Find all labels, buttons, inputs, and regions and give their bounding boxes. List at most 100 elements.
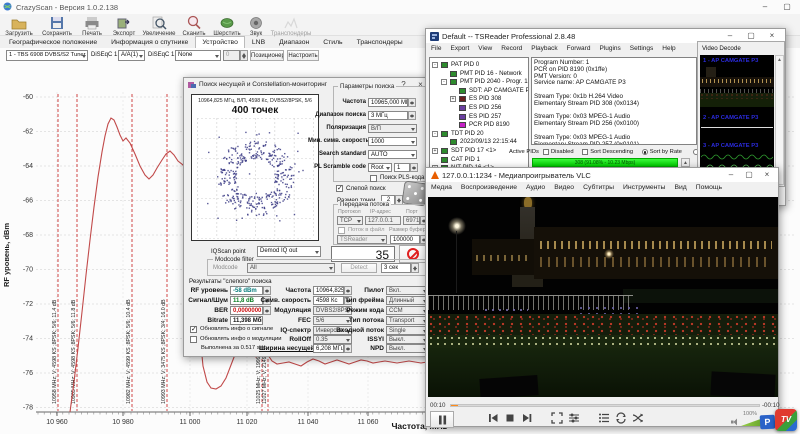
close-button[interactable]: × [760,169,774,180]
stream-to-file-checkbox[interactable] [338,227,345,234]
modcode-select[interactable]: All [247,263,335,273]
maximize-button[interactable]: ▢ [742,169,756,180]
menu-item-6[interactable]: Вид [674,184,686,191]
maximize-button[interactable]: ▢ [744,30,758,41]
tree-expand-toggle[interactable]: - [432,131,438,137]
stop-button[interactable] [503,411,518,426]
audio-waveform-1 [701,127,773,128]
result-label: Симв. скорость [259,297,311,304]
seek-slider[interactable] [450,404,760,407]
tree-node-label[interactable]: TDT PID 20 [451,130,484,137]
tree-expand-toggle[interactable]: + [432,148,438,154]
carrier-search-dialog: Поиск несущей и Constellation-мониторинг… [183,77,432,357]
menu-item-help[interactable]: Help [662,45,675,52]
menu-item-playback[interactable]: Playback [531,45,557,52]
tree-node-label[interactable]: PCR PID 8190 [469,121,510,128]
tree-expand-toggle[interactable]: - [432,62,438,68]
detect-interval[interactable]: 3 сек [381,263,411,273]
minimize-button[interactable]: – [724,169,738,180]
sort-option-checkbox[interactable] [582,149,588,155]
result-value-select[interactable]: Transport [386,316,429,325]
tree-expand-toggle[interactable]: - [441,79,447,85]
menu-item-view[interactable]: View [478,45,492,52]
shuffle-button[interactable] [631,411,646,426]
param-value-select[interactable]: AUTO [368,150,417,159]
tv-app-icon[interactable]: TV [775,409,797,431]
pl-code-stepper[interactable]: 1 [394,163,410,172]
spinner[interactable] [410,163,418,172]
minimize-button[interactable]: – [723,30,737,41]
result-value-select[interactable]: CCM [386,306,429,315]
update-info-checkbox[interactable]: ✓ [190,326,197,333]
close-button[interactable]: × [765,30,779,41]
port-stepper[interactable]: 6971 [403,216,420,225]
p-tray-badge[interactable]: P [760,415,776,430]
sort-option-radio[interactable] [642,149,648,155]
video-decode-scrollbar[interactable]: ▲ [775,55,784,185]
buffer-stepper[interactable]: 100000 [390,235,420,244]
menu-item-3[interactable]: Видео [554,184,574,191]
vlc-video-area[interactable] [428,197,778,397]
details-line: Elementary Stream PID 256 (0x0100) [534,121,694,128]
menu-item-7[interactable]: Помощь [696,184,722,191]
tree-node-label[interactable]: SDT PID 17 <1> [451,147,496,154]
result-value-select[interactable]: Длинный [386,296,429,305]
fullscreen-button[interactable] [550,411,565,426]
tree-node-label[interactable]: PMT PID 16 - Network [460,70,522,77]
param-value-stepper[interactable]: 3 МГц [368,111,408,120]
menu-item-export[interactable]: Export [450,45,469,52]
menu-item-plugins[interactable]: Plugins [599,45,620,52]
menu-item-4[interactable]: Субтитры [583,184,614,191]
protocol-select[interactable]: TCP [337,216,363,225]
sort-option-checkbox[interactable] [543,149,549,155]
hedge [623,289,778,303]
menu-item-forward[interactable]: Forward [567,45,591,52]
menu-item-record[interactable]: Record [501,45,522,52]
update-info-checkbox[interactable] [190,336,197,343]
result-value-select[interactable]: Выкл. [386,335,429,344]
tree-node-label[interactable]: PMT PID 2040 - Progr. 1 [460,78,528,85]
port-label: Порт [406,209,418,215]
tree-node-label[interactable]: CAT PID 1 [451,156,480,163]
carrier-width-link[interactable]: Ширина несущей [259,345,311,352]
menu-item-5[interactable]: Инструменты [623,184,665,191]
detect-interval-spin[interactable] [411,263,419,273]
y-tick-label: -70 [23,267,33,274]
tree-node-label[interactable]: SDT: AP CAMGATE P3 [469,87,529,94]
vlc-titlebar[interactable]: 127.0.0.1:1234 - Медиапроигрыватель VLC … [426,168,778,182]
menu-item-1[interactable]: Воспроизведение [461,184,517,191]
param-value-stepper[interactable]: 10965,000 МГц [368,98,408,107]
tree-node-label[interactable]: ES PID 308 [469,95,501,102]
consumer-select[interactable]: TSReader [337,235,387,244]
result-label: Тип фрейма [334,297,384,304]
param-value-select[interactable]: 1000 [368,137,417,146]
extended-button[interactable] [567,411,582,426]
spinner[interactable] [408,98,416,107]
menu-item-settings[interactable]: Settings [630,45,654,52]
result-value-select[interactable]: Single [386,326,429,335]
next-button[interactable] [520,411,535,426]
tree-node-label[interactable]: ES PID 257 [469,113,501,120]
result-value-select[interactable]: Выкл. [386,344,429,353]
tree-node-label[interactable]: ES PID 256 [469,104,501,111]
menu-item-file[interactable]: File [431,45,441,52]
loop-button[interactable] [614,411,629,426]
tree-node-label[interactable]: PAT PID 0 [451,61,479,68]
menu-item-2[interactable]: Аудио [526,184,545,191]
iqscan-select[interactable]: Demod IQ out [257,246,321,257]
blind-search-checkbox[interactable]: ✓ [336,185,343,192]
spinner[interactable] [408,111,416,120]
tree-node-label[interactable]: 2022/09/13 22:15:44 [460,138,517,145]
scroll-up-icon[interactable]: ▲ [681,158,690,167]
param-value-select[interactable]: В/П [368,124,417,133]
detect-button[interactable]: Detect [341,263,377,273]
pause-button[interactable] [430,411,454,428]
ip-field[interactable]: 127.0.0.1 [365,216,401,225]
menu-item-0[interactable]: Медиа [431,184,452,191]
playlist-button[interactable] [597,411,612,426]
pl-root-select[interactable]: Root [368,163,392,172]
tree-expand-toggle[interactable]: + [450,96,456,102]
pls-search-checkbox[interactable] [370,175,377,182]
result-value-select[interactable]: Вкл. [386,286,429,295]
previous-button[interactable] [486,411,501,426]
